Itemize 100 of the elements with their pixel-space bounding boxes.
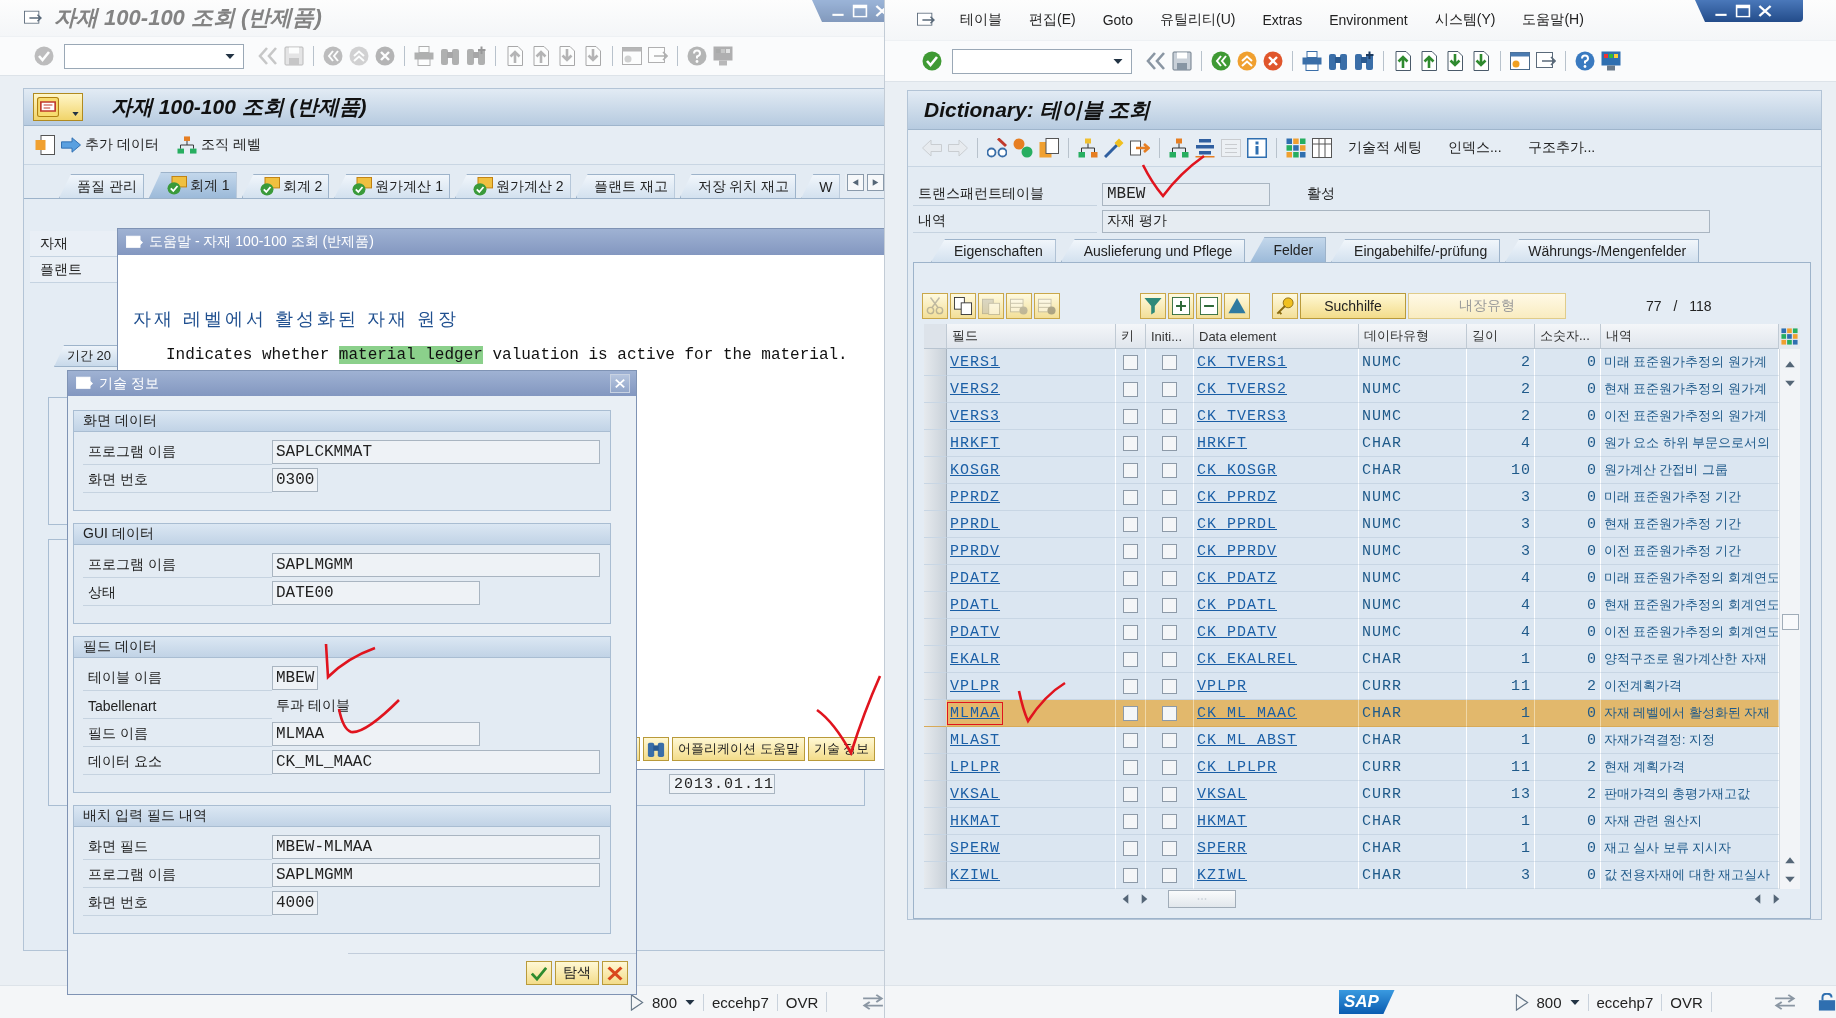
binoculars-icon[interactable] xyxy=(1328,51,1348,71)
confirm-button[interactable] xyxy=(526,961,552,985)
triangle-down-icon[interactable] xyxy=(1785,380,1795,387)
checkbox[interactable] xyxy=(1162,516,1177,532)
data-element-link[interactable]: CK_PPRDV xyxy=(1197,542,1277,560)
table-row[interactable]: LPLPR CK_LPLPR CURR 11 2 현재 계획가격 xyxy=(924,754,1779,781)
field-name-link[interactable]: PDATZ xyxy=(950,569,1000,587)
field-name-link[interactable]: KZIWL xyxy=(950,866,1000,884)
table-row[interactable]: MLMAA CK_ML_MAAC CHAR 1 0 자재 레벨에서 활성화된 자재 xyxy=(924,700,1779,727)
command-field[interactable] xyxy=(952,48,1132,74)
table-row[interactable]: PPRDL CK_PPRDL NUMC 3 0 현재 표준원가추정 기간 xyxy=(924,511,1779,538)
field-name-link[interactable]: PPRDL xyxy=(950,515,1000,533)
menu-item[interactable]: Extras xyxy=(1262,12,1303,28)
maximize-icon[interactable] xyxy=(1735,4,1751,18)
checkbox[interactable] xyxy=(1123,489,1138,505)
row-selector[interactable] xyxy=(924,457,947,484)
checkbox[interactable] xyxy=(1162,570,1177,586)
lock-icon[interactable] xyxy=(1818,993,1836,1011)
circles-icon[interactable] xyxy=(1013,138,1033,158)
field-name-link[interactable]: HRKFT xyxy=(950,434,1000,452)
dialog-button[interactable]: 탐색 xyxy=(555,961,599,985)
menu-item[interactable]: 유틸리티(U) xyxy=(1160,11,1236,29)
checkbox[interactable] xyxy=(1162,813,1177,829)
dropdown-icon[interactable] xyxy=(1569,998,1580,1006)
row-selector[interactable] xyxy=(924,565,947,592)
data-element-link[interactable]: CK_PDATZ xyxy=(1197,569,1277,587)
page-up-arrow-icon[interactable] xyxy=(1393,51,1413,71)
table-icon[interactable] xyxy=(1312,138,1332,158)
tab[interactable]: Auslieferung und Pflege xyxy=(1060,239,1246,262)
play-icon[interactable] xyxy=(1514,993,1529,1011)
data-element-link[interactable]: SPERR xyxy=(1197,839,1247,857)
data-element-link[interactable]: VKSAL xyxy=(1197,785,1247,803)
row-selector[interactable] xyxy=(924,700,947,727)
field-name-link[interactable]: MLAST xyxy=(950,731,1000,749)
row-selector[interactable] xyxy=(924,646,947,673)
page-down-arrow-icon[interactable] xyxy=(1445,51,1465,71)
check-circle-icon[interactable] xyxy=(922,51,942,71)
row-selector[interactable] xyxy=(924,754,947,781)
data-element-link[interactable]: CK_LPLPR xyxy=(1197,758,1277,776)
triangle-left-icon[interactable] xyxy=(1754,894,1761,904)
row-selector[interactable] xyxy=(924,727,947,754)
checkbox[interactable] xyxy=(1123,570,1138,586)
triangle-right-icon[interactable] xyxy=(1773,894,1780,904)
menu-item[interactable]: Environment xyxy=(1329,12,1408,28)
triangle-up-icon[interactable] xyxy=(1785,857,1795,864)
color-grid-icon[interactable] xyxy=(1286,138,1306,158)
table-row[interactable]: HKMAT HKMAT CHAR 1 0 자재 관련 원산지 xyxy=(924,808,1779,835)
checkbox[interactable] xyxy=(1162,705,1177,721)
menu-item[interactable]: Goto xyxy=(1102,12,1134,28)
tab[interactable]: Eingabehilfe/-prüfung xyxy=(1331,239,1501,262)
printer-icon[interactable] xyxy=(1302,51,1322,71)
menu-item[interactable]: 테이블 xyxy=(960,11,1002,29)
document-icon[interactable] xyxy=(35,135,55,155)
data-element-link[interactable]: HRKFT xyxy=(1197,434,1247,452)
info-icon[interactable] xyxy=(1247,138,1267,158)
data-element-link[interactable]: CK_PPRDZ xyxy=(1197,488,1277,506)
binoculars-plus-icon[interactable] xyxy=(1354,51,1374,71)
double-chevron-icon[interactable] xyxy=(1146,51,1166,71)
triangle-up-icon[interactable] xyxy=(1785,361,1795,368)
checkbox[interactable] xyxy=(1162,597,1177,613)
row-selector[interactable] xyxy=(924,430,947,457)
scrollbar-thumb[interactable] xyxy=(1781,614,1799,630)
table-row[interactable]: VERS3 CK_TVERS3 NUMC 2 0 이전 표준원가추정의 원가계 xyxy=(924,403,1779,430)
glasses-pencil-icon[interactable] xyxy=(987,138,1007,158)
row-selector[interactable] xyxy=(924,538,947,565)
toolbar-button[interactable]: 추가 데이터 xyxy=(61,132,171,158)
color-grid-icon[interactable] xyxy=(1781,328,1798,345)
tab[interactable]: Eigenschaften xyxy=(931,239,1056,262)
table-row[interactable]: EKALR CK_EKALREL CHAR 1 0 양적구조로 원가계산한 자재 xyxy=(924,646,1779,673)
field-name-link[interactable]: PDATV xyxy=(950,623,1000,641)
menu-item[interactable]: 시스템(Y) xyxy=(1434,11,1496,29)
triangle-down-icon[interactable] xyxy=(1785,876,1795,883)
checkbox[interactable] xyxy=(1162,408,1177,424)
checkbox[interactable] xyxy=(1123,813,1138,829)
checkbox[interactable] xyxy=(1162,435,1177,451)
toolbar-button[interactable] xyxy=(1196,293,1222,319)
toolbar-button[interactable]: Suchhilfe xyxy=(1300,293,1406,319)
data-element-link[interactable]: CK_PDATL xyxy=(1197,596,1277,614)
tab[interactable]: Währungs-/Mengenfelder xyxy=(1505,239,1700,262)
toolbar-button[interactable]: 구조추가... xyxy=(1517,135,1606,161)
monitor-icon[interactable] xyxy=(1601,51,1621,71)
page-down-arrow-icon[interactable] xyxy=(1471,51,1491,71)
checkbox[interactable] xyxy=(1123,462,1138,478)
field-name-link[interactable]: LPLPR xyxy=(950,758,1000,776)
arrows-icon[interactable] xyxy=(1774,993,1796,1011)
field-name-link[interactable]: SPERW xyxy=(950,839,1000,857)
toolbar-button[interactable]: 조직 레벨 xyxy=(176,132,273,158)
table-row[interactable]: KOSGR CK_KOSGR CHAR 10 0 원가계산 간접비 그룹 xyxy=(924,457,1779,484)
table-row[interactable]: SPERW SPERR CHAR 1 0 재고 실사 보류 지시자 xyxy=(924,835,1779,862)
data-element-link[interactable]: CK_TVERS1 xyxy=(1197,353,1287,371)
checkbox[interactable] xyxy=(1123,408,1138,424)
boxes-icon[interactable] xyxy=(1078,138,1098,158)
row-selector[interactable] xyxy=(924,835,947,862)
dropdown-icon[interactable] xyxy=(1113,57,1123,65)
help-icon[interactable] xyxy=(1575,51,1595,71)
checkbox[interactable] xyxy=(1123,732,1138,748)
window-icon[interactable] xyxy=(917,12,935,28)
checkbox[interactable] xyxy=(1162,867,1177,883)
toolbar-button[interactable] xyxy=(1168,293,1194,319)
data-element-link[interactable]: CK_PPRDL xyxy=(1197,515,1277,533)
